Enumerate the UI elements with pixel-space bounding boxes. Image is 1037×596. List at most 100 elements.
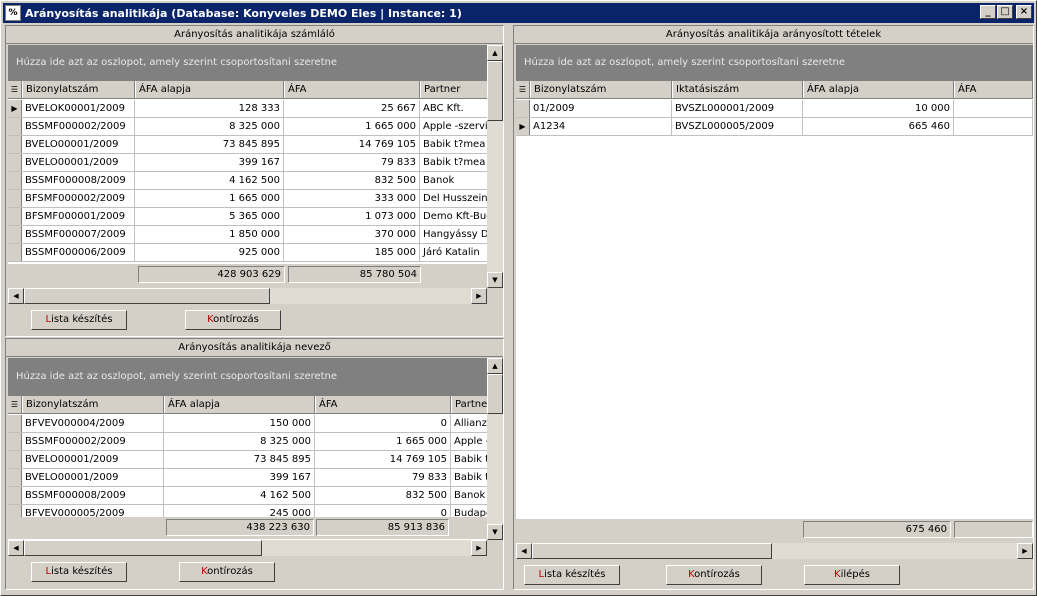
table-cell[interactable]: 73 845 895 (135, 136, 284, 153)
table-cell[interactable]: 1 665 000 (315, 433, 451, 450)
table-cell[interactable]: Babik t? (451, 451, 487, 468)
scroll-right-icon[interactable]: ▶ (471, 540, 487, 556)
scroll-up-icon[interactable]: ▲ (487, 358, 503, 374)
table-cell[interactable]: BVELO00001/2009 (22, 451, 164, 468)
table-row[interactable]: ▶ A1234 BVSZL000005/2009 665 460 (516, 118, 1033, 136)
table-cell[interactable]: 1 850 000 (135, 226, 284, 243)
table-cell[interactable]: 128 333 (135, 100, 284, 117)
table-cell[interactable]: 333 000 (284, 190, 420, 207)
table-cell[interactable]: BSSMF000008/2009 (22, 487, 164, 504)
table-cell[interactable]: A1234 (530, 118, 672, 135)
col-afa-alapja[interactable]: ÁFA alapja (164, 396, 315, 413)
table-cell[interactable]: 4 162 500 (135, 172, 284, 189)
table-cell[interactable]: 399 167 (164, 469, 315, 486)
scroll-thumb-h[interactable] (24, 288, 270, 304)
table-cell[interactable]: 4 162 500 (164, 487, 315, 504)
row-indicator[interactable] (8, 433, 22, 450)
table-cell[interactable]: Járó Katalin (420, 244, 487, 261)
table-cell[interactable]: Apple -s (451, 433, 487, 450)
table-row[interactable]: BSSMF000008/2009 4 162 500 832 500 Banok (8, 487, 487, 505)
table-cell[interactable]: Del Husszein (420, 190, 487, 207)
allocated-post-button[interactable]: Kontírozás (666, 565, 762, 585)
col-bizonylatszam[interactable]: Bizonylatszám (22, 396, 164, 413)
maximize-button[interactable]: □ (997, 5, 1013, 19)
row-indicator[interactable] (516, 100, 530, 117)
col-afa[interactable]: ÁFA (954, 81, 1033, 98)
allocated-list-button[interactable]: Lista készítés (524, 565, 620, 585)
table-row[interactable]: BVELO00001/2009 73 845 895 14 769 105 Babik… (8, 451, 487, 469)
col-afa-alapja[interactable]: ÁFA alapja (135, 81, 284, 98)
table-row[interactable]: BVELO00001/2009 399 167 79 833 Babik t?mea (8, 154, 487, 172)
numerator-grid[interactable]: Húzza ide azt az oszlopot, amely szerint… (8, 45, 487, 285)
scroll-right-icon[interactable]: ▶ (1017, 543, 1033, 559)
scroll-left-icon[interactable]: ◀ (8, 288, 24, 304)
scroll-thumb[interactable] (487, 374, 503, 414)
numerator-group-area[interactable]: Húzza ide azt az oszlopot, amely szerint… (8, 45, 487, 81)
denominator-post-button[interactable]: Kontírozás (179, 562, 275, 582)
table-cell[interactable]: BSSMF000002/2009 (22, 433, 164, 450)
table-cell[interactable]: 925 000 (135, 244, 284, 261)
title-bar[interactable]: % Arányosítás analitikája (Database: Kon… (3, 3, 1034, 23)
scroll-up-icon[interactable]: ▲ (487, 45, 503, 61)
column-chooser-icon[interactable]: ☰ (516, 81, 530, 98)
allocated-group-area[interactable]: Húzza ide azt az oszlopot, amely szerint… (516, 45, 1033, 81)
row-indicator[interactable] (8, 172, 22, 189)
table-cell[interactable]: Babik t? (451, 469, 487, 486)
scroll-left-icon[interactable]: ◀ (8, 540, 24, 556)
numerator-list-button[interactable]: Lista készítés (31, 310, 127, 330)
row-indicator[interactable] (8, 469, 22, 486)
allocated-hscroll[interactable]: ◀ ▶ (516, 543, 1033, 559)
denominator-vscroll[interactable]: ▲ ▼ (487, 358, 503, 540)
allocated-grid[interactable]: Húzza ide azt az oszlopot, amely szerint… (516, 45, 1033, 521)
column-chooser-icon[interactable]: ☰ (8, 396, 22, 413)
current-row-indicator-icon[interactable]: ▶ (8, 100, 22, 117)
table-cell[interactable]: BSSMF000002/2009 (22, 118, 135, 135)
table-cell[interactable]: 25 667 (284, 100, 420, 117)
table-cell[interactable]: 79 833 (284, 154, 420, 171)
table-row[interactable]: 01/2009 BVSZL000001/2009 10 000 (516, 100, 1033, 118)
table-cell[interactable]: 0 (315, 415, 451, 432)
table-cell[interactable]: Apple -szerviz (420, 118, 487, 135)
table-cell[interactable]: 1 665 000 (135, 190, 284, 207)
current-row-indicator-icon[interactable]: ▶ (516, 118, 530, 135)
scroll-thumb[interactable] (487, 61, 503, 121)
table-cell[interactable]: 399 167 (135, 154, 284, 171)
table-cell[interactable]: 1 073 000 (284, 208, 420, 225)
col-bizonylatszam[interactable]: Bizonylatszám (530, 81, 672, 98)
table-cell[interactable]: 73 845 895 (164, 451, 315, 468)
table-row[interactable]: ▶ BVELOK00001/2009 128 333 25 667 ABC Kft. (8, 100, 487, 118)
denominator-grid[interactable]: Húzza ide azt az oszlopot, amely szerint… (8, 358, 487, 540)
table-row[interactable]: BSSMF000002/2009 8 325 000 1 665 000 Apple … (8, 433, 487, 451)
table-cell[interactable]: BSSMF000007/2009 (22, 226, 135, 243)
col-iktatasiszam[interactable]: Iktatásiszám (672, 81, 803, 98)
table-cell[interactable] (954, 100, 1033, 117)
col-partner[interactable]: Partner (420, 81, 487, 98)
table-cell[interactable]: BVELOK00001/2009 (22, 100, 135, 117)
table-row[interactable]: BSSMF000007/2009 1 850 000 370 000 Hangyáss… (8, 226, 487, 244)
table-cell[interactable]: 1 665 000 (284, 118, 420, 135)
column-chooser-icon[interactable]: ☰ (8, 81, 22, 98)
table-cell[interactable]: 185 000 (284, 244, 420, 261)
col-afa[interactable]: ÁFA (284, 81, 420, 98)
table-cell[interactable]: 8 325 000 (135, 118, 284, 135)
col-bizonylatszam[interactable]: Bizonylatszám (22, 81, 135, 98)
table-cell[interactable]: Demo Kft-Buc (420, 208, 487, 225)
row-indicator[interactable] (8, 136, 22, 153)
scroll-left-icon[interactable]: ◀ (516, 543, 532, 559)
table-cell[interactable]: 5 365 000 (135, 208, 284, 225)
table-cell[interactable]: BFSMF000001/2009 (22, 208, 135, 225)
row-indicator[interactable] (8, 208, 22, 225)
table-cell[interactable]: 79 833 (315, 469, 451, 486)
table-cell[interactable]: Hangyássy De (420, 226, 487, 243)
table-cell[interactable]: 150 000 (164, 415, 315, 432)
table-cell[interactable]: Banok (451, 487, 487, 504)
table-cell[interactable]: 832 500 (315, 487, 451, 504)
numerator-vscroll[interactable]: ▲ ▼ (487, 45, 503, 288)
table-cell[interactable]: ABC Kft. (420, 100, 487, 117)
col-afa-alapja[interactable]: ÁFA alapja (803, 81, 954, 98)
table-row[interactable]: BFSMF000002/2009 1 665 000 333 000 Del Huss… (8, 190, 487, 208)
table-row[interactable]: BFVEV000004/2009150 0000Allianz B (8, 415, 487, 433)
row-indicator[interactable] (8, 244, 22, 261)
col-afa[interactable]: ÁFA (315, 396, 451, 413)
row-indicator[interactable] (8, 487, 22, 504)
